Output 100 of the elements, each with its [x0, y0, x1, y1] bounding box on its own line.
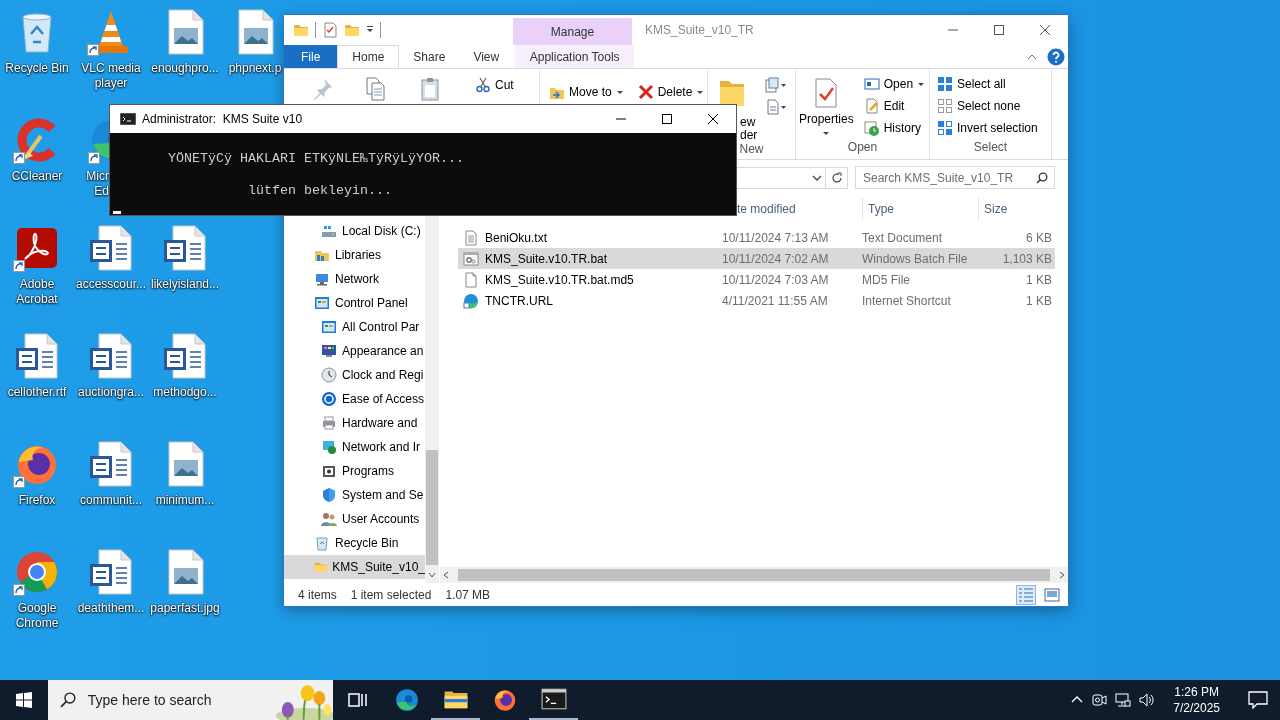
type-cell-text: Text Document	[862, 230, 944, 245]
edit-button[interactable]: Edit	[860, 95, 929, 117]
select-button[interactable]: Select all	[934, 73, 1041, 95]
nav-item[interactable]: Recycle Bin	[284, 531, 425, 555]
file-row[interactable]: KMS_Suite.v10.TR.bat 10/11/2024 7:02 AM Windows Batch File 1,103 KB	[458, 248, 1055, 269]
nav-item[interactable]: Appearance an	[284, 339, 425, 363]
scrollbar-thumb[interactable]	[458, 569, 1050, 581]
group-label: Select	[972, 140, 1009, 156]
date-modified-cell-text: 10/11/2024 7:13 AM	[722, 230, 830, 245]
terminal-icon	[540, 686, 567, 712]
properties-button[interactable]: Properties	[798, 69, 855, 137]
date-modified-cell-text: 4/11/2021 11:55 AM	[722, 293, 829, 308]
search-field[interactable]: Type here to search	[87, 692, 258, 708]
nav-item[interactable]: Network	[284, 267, 425, 291]
nav-item[interactable]: KMS_Suite_v10_	[284, 555, 425, 579]
ribbon-tab[interactable]: View	[459, 45, 514, 68]
ribbon-tab[interactable]: Application Tools	[515, 45, 635, 68]
nav-item[interactable]: System and Se	[284, 483, 425, 507]
file-name: TNCTR.URL	[485, 293, 553, 308]
nav-item[interactable]: User Accounts	[284, 507, 425, 531]
date-modified-cell-text: 10/11/2024 7:02 AM	[722, 251, 830, 266]
help-icon[interactable]	[1047, 47, 1065, 66]
file-name: KMS_Suite.v10.TR.bat.md5	[485, 272, 634, 287]
move-to-button[interactable]: Move to	[546, 81, 627, 103]
nav-item[interactable]: Control Panel	[284, 291, 425, 315]
copy-icon[interactable]	[364, 77, 388, 101]
scroll-left-icon[interactable]	[442, 571, 450, 579]
scroll-right-icon[interactable]	[1058, 571, 1066, 579]
search-box[interactable]: Type here to search	[48, 680, 333, 720]
clipboard-icon[interactable]	[418, 77, 442, 101]
ribbon-tab[interactable]: File	[284, 45, 338, 68]
people-icon	[321, 511, 337, 527]
nav-item[interactable]: Libraries	[284, 243, 425, 267]
cut-button[interactable]: Cut	[472, 74, 517, 96]
recycle-bin-icon	[314, 535, 330, 551]
new-folder-button[interactable]: ew der	[719, 77, 758, 142]
document-icon	[87, 548, 135, 596]
caret-icon	[822, 129, 831, 137]
clock-icon	[863, 120, 880, 136]
nav-item[interactable]: Network and Ir	[284, 435, 425, 459]
drive-icon	[321, 223, 337, 239]
network-icon	[314, 271, 330, 287]
notifications-icon[interactable]	[1248, 691, 1268, 709]
settings-file-icon	[463, 250, 479, 267]
column-header[interactable]: Size	[978, 198, 1055, 220]
delete-button[interactable]: Delete	[634, 81, 708, 103]
new-item-icon[interactable]	[765, 77, 788, 93]
history-button[interactable]: History	[860, 117, 929, 139]
file-row[interactable]: KMS_Suite.v10.TR.bat.md5 10/11/2024 7:03 AM MD5 File 1 KB	[458, 269, 1055, 290]
webcam-icon[interactable]	[1091, 692, 1108, 708]
scroll-down-icon[interactable]	[428, 571, 436, 579]
nav-item[interactable]: Hardware and	[284, 411, 425, 435]
text-file-icon	[463, 229, 479, 246]
nav-item[interactable]: Ease of Access	[284, 387, 425, 411]
refresh-icon[interactable]	[830, 171, 843, 184]
invert-selection-icon	[937, 120, 953, 136]
pencil-icon	[863, 98, 880, 114]
box-icon	[321, 463, 337, 479]
console-line: YÖNETÿCÿ HAKLARI ETKÿNLE₧TÿRÿLÿYOR...	[167, 151, 465, 167]
ribbon-tab[interactable]: Share	[399, 45, 460, 68]
shield-icon	[321, 487, 337, 503]
text-cursor	[113, 211, 121, 214]
size-cell-text: 1 KB	[1025, 272, 1053, 287]
item-count: 4 items	[298, 587, 337, 602]
ribbon-tab[interactable]: Home	[337, 45, 400, 68]
date-modified-cell-text: 10/11/2024 7:03 AM	[722, 272, 830, 287]
scrollbar-thumb[interactable]	[426, 450, 438, 565]
type-cell-text: MD5 File	[862, 272, 911, 287]
open-button[interactable]: Open	[860, 73, 929, 95]
clock-date[interactable]: 7/2/2025	[1173, 700, 1220, 716]
caret-icon	[615, 88, 624, 96]
type-cell-text: Internet Shortcut	[862, 293, 952, 308]
select-button[interactable]: Select none	[934, 95, 1041, 117]
file-row[interactable]: BeniOku.txt 10/11/2024 7:13 AM Text Document 6 KB	[458, 227, 1055, 248]
file-name: BeniOku.txt	[485, 230, 548, 245]
start-icon[interactable]	[16, 692, 32, 708]
select-none-icon	[937, 98, 953, 114]
clock-time[interactable]: 1:26 PM	[1174, 684, 1219, 700]
document-check-icon[interactable]	[322, 22, 338, 38]
type-cell-text: Windows Batch File	[862, 251, 969, 266]
caret-icon	[917, 80, 926, 88]
search-field[interactable]: Search KMS_Suite_v10_TR	[863, 170, 1036, 185]
network-icon[interactable]	[1115, 692, 1132, 708]
column-header[interactable]: Type	[862, 198, 978, 220]
file-name: KMS_Suite.v10.TR.bat	[485, 251, 608, 266]
printer-icon	[321, 415, 337, 431]
size-cell-text: 1 KB	[1025, 293, 1053, 308]
volume-icon[interactable]	[1139, 692, 1156, 708]
nav-item[interactable]: Programs	[284, 459, 425, 483]
nav-item[interactable]: Local Disk (C:)	[284, 219, 425, 243]
select-button[interactable]: Invert selection	[934, 117, 1041, 139]
nav-item[interactable]: Clock and Regi	[284, 363, 425, 387]
nav-item[interactable]: All Control Par	[284, 315, 425, 339]
easy-access-icon[interactable]	[765, 99, 788, 115]
selection-count: 1 item selected	[350, 587, 432, 602]
search-box[interactable]: Search KMS_Suite_v10_TR	[855, 166, 1055, 189]
file-row[interactable]: TNCTR.URL 4/11/2021 11:55 AM Internet Shortcut 1 KB	[458, 290, 1055, 311]
window-title: KMS_Suite_v10_TR	[644, 23, 755, 37]
size-cell-text: 1,103 KB	[1001, 251, 1053, 266]
document-icon	[161, 224, 209, 272]
